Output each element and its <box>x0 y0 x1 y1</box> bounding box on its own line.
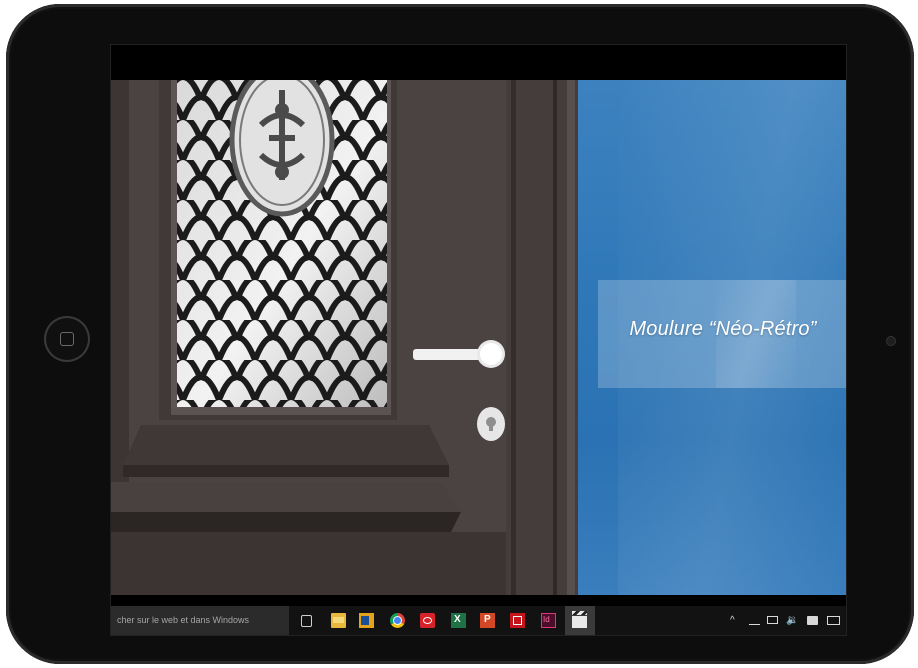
red-app-icon[interactable] <box>420 613 435 628</box>
action-center-icon[interactable] <box>807 616 818 625</box>
taskbar-search-box[interactable]: cher sur le web et dans Windows <box>111 606 289 635</box>
front-camera <box>886 336 896 346</box>
volume-icon[interactable]: 🔉 <box>786 615 798 628</box>
title-strip: Moulure “Néo-Rétro” <box>598 280 846 388</box>
title-panel: Moulure “Néo-Rétro” <box>578 80 846 595</box>
excel-icon[interactable] <box>451 613 466 628</box>
search-placeholder: cher sur le web et dans Windows <box>117 615 250 625</box>
taskbar: cher sur le web et dans Windows ^ 🔉 <box>111 606 846 635</box>
screen: Moulure “Néo-Rétro” cher sur le web et d… <box>110 44 847 636</box>
video-title: Moulure “Néo-Rétro” <box>629 318 817 340</box>
acrobat-icon[interactable] <box>510 613 525 628</box>
home-square-icon <box>60 332 74 346</box>
keyboard-icon[interactable] <box>827 616 840 625</box>
door-image <box>111 80 578 595</box>
network-icon[interactable] <box>749 616 760 625</box>
powerpoint-icon[interactable] <box>480 613 495 628</box>
indesign-icon[interactable] <box>541 613 556 628</box>
video-player-icon[interactable] <box>572 611 587 628</box>
file-explorer-icon[interactable] <box>331 613 346 628</box>
outlook-icon[interactable] <box>359 613 374 628</box>
home-button[interactable] <box>44 316 90 362</box>
chrome-icon[interactable] <box>390 613 405 628</box>
chevron-up-icon[interactable]: ^ <box>730 615 735 628</box>
monitor-icon[interactable] <box>767 616 778 624</box>
video-frame[interactable]: Moulure “Néo-Rétro” <box>111 80 846 595</box>
task-view-icon[interactable] <box>301 615 312 627</box>
